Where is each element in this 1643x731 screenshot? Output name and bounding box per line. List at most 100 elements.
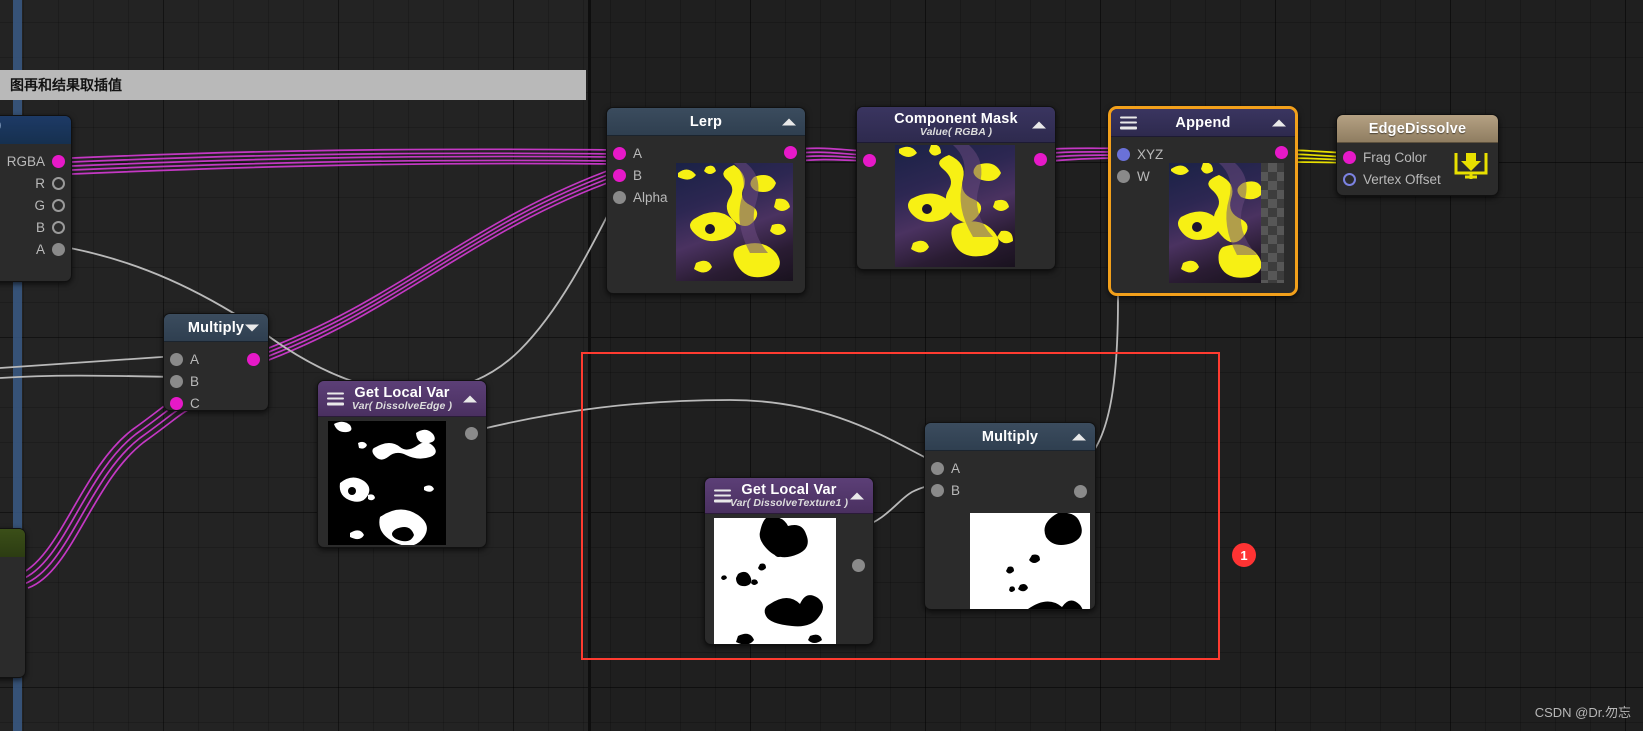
port-w[interactable]: W bbox=[1111, 165, 1163, 187]
port-dot[interactable] bbox=[52, 242, 65, 256]
node-header[interactable]: EdgeDissolve bbox=[1337, 115, 1498, 143]
node-append[interactable]: Append XYZ W bbox=[1108, 106, 1298, 296]
banner-note: 图再和结果取插值 bbox=[0, 70, 586, 100]
node-title: EdgeDissolve bbox=[1368, 120, 1467, 137]
node-header[interactable]: Lerp bbox=[607, 108, 805, 136]
output-port-dot[interactable] bbox=[465, 427, 478, 440]
node-texture-sample-left[interactable]: RGBA R G B A bbox=[0, 115, 72, 282]
port-a[interactable]: A bbox=[607, 142, 668, 164]
node-preview-thumbnail bbox=[714, 518, 836, 644]
port-c[interactable]: C bbox=[164, 392, 200, 410]
node-header[interactable]: Append bbox=[1111, 109, 1295, 137]
node-left-partial-label: 0 bbox=[0, 118, 1, 133]
node-header[interactable]: Component Mask Value( RGBA ) bbox=[857, 107, 1055, 143]
chevron-down-icon[interactable] bbox=[245, 324, 259, 331]
node-header[interactable]: Multiply bbox=[925, 423, 1095, 451]
port-dot[interactable] bbox=[931, 483, 944, 497]
output-port-dot[interactable] bbox=[1275, 146, 1288, 159]
monitor-download-icon[interactable] bbox=[1452, 149, 1490, 190]
port-g[interactable]: G bbox=[1, 194, 65, 216]
port-frag-color[interactable]: Frag Color bbox=[1337, 146, 1441, 168]
node-get-local-var-dissolve-texture1[interactable]: Get Local Var Var( DissolveTexture1 ) bbox=[704, 477, 874, 645]
port-vertex-offset[interactable]: Vertex Offset bbox=[1337, 168, 1441, 190]
input-port-list: A B C bbox=[164, 342, 200, 410]
port-dot[interactable] bbox=[1343, 172, 1356, 186]
node-header[interactable]: Get Local Var Var( DissolveEdge ) bbox=[318, 381, 486, 417]
port-rgba[interactable]: RGBA bbox=[1, 150, 65, 172]
shader-graph-canvas[interactable]: 图再和结果取插值 RGBA R G B A Multiply A B C Get… bbox=[0, 0, 1643, 731]
watermark: CSDN @Dr.勿忘 bbox=[1534, 705, 1631, 720]
port-alpha[interactable]: Alpha bbox=[607, 186, 668, 208]
port-b[interactable]: B bbox=[925, 479, 960, 501]
chevron-up-icon[interactable] bbox=[850, 492, 864, 499]
port-dot[interactable] bbox=[52, 198, 65, 212]
port-r[interactable]: R bbox=[1, 172, 65, 194]
port-dot[interactable] bbox=[613, 168, 626, 182]
node-header[interactable] bbox=[0, 529, 25, 557]
menu-icon[interactable] bbox=[714, 489, 731, 502]
node-preview-thumbnail bbox=[676, 163, 793, 281]
port-b[interactable]: B bbox=[164, 370, 200, 392]
port-a[interactable]: A bbox=[925, 457, 960, 479]
node-lerp[interactable]: Lerp A B Alpha bbox=[606, 107, 806, 294]
chevron-up-icon[interactable] bbox=[782, 118, 796, 125]
output-port-list: RGBA R G B A bbox=[1, 144, 65, 260]
node-get-local-var-dissolve-edge[interactable]: Get Local Var Var( DissolveEdge ) bbox=[317, 380, 487, 548]
chevron-up-icon[interactable] bbox=[463, 395, 477, 402]
port-dot[interactable] bbox=[1117, 147, 1130, 161]
node-component-mask[interactable]: Component Mask Value( RGBA ) bbox=[856, 106, 1056, 270]
node-multiply-2[interactable]: Multiply A B bbox=[924, 422, 1096, 610]
port-dot[interactable] bbox=[1117, 169, 1130, 183]
input-port-list: A B Alpha bbox=[607, 136, 668, 208]
node-header[interactable] bbox=[0, 116, 71, 144]
port-dot[interactable] bbox=[1343, 150, 1356, 164]
output-port-dot[interactable] bbox=[1074, 485, 1087, 498]
node-body bbox=[318, 417, 486, 547]
output-port-dot[interactable] bbox=[852, 559, 865, 572]
node-preview-thumbnail bbox=[1169, 163, 1284, 283]
node-body bbox=[857, 143, 1055, 269]
port-b[interactable]: B bbox=[607, 164, 668, 186]
node-edge-dissolve-master[interactable]: EdgeDissolve Frag Color Vertex Offset bbox=[1336, 114, 1499, 196]
node-preview-thumbnail bbox=[328, 421, 446, 545]
port-dot[interactable] bbox=[52, 220, 65, 234]
node-header[interactable]: Get Local Var Var( DissolveTexture1 ) bbox=[705, 478, 873, 514]
menu-icon[interactable] bbox=[327, 392, 344, 405]
node-multiply-1[interactable]: Multiply A B C bbox=[163, 313, 269, 411]
port-value[interactable] bbox=[857, 149, 876, 171]
node-header[interactable]: Multiply bbox=[164, 314, 268, 342]
node-body: RGBA R G B A bbox=[0, 144, 71, 281]
output-port-dot[interactable] bbox=[1034, 153, 1047, 166]
node-body: XYZ W bbox=[1111, 137, 1295, 293]
port-dot[interactable] bbox=[613, 146, 626, 160]
node-bottom-left[interactable] bbox=[0, 528, 26, 678]
port-dot[interactable] bbox=[931, 461, 944, 475]
port-a[interactable]: A bbox=[164, 348, 200, 370]
node-preview-thumbnail bbox=[970, 513, 1090, 609]
node-body: A B bbox=[925, 451, 1095, 609]
port-dot[interactable] bbox=[52, 176, 65, 190]
port-b[interactable]: B bbox=[1, 216, 65, 238]
node-title: Append bbox=[1175, 114, 1231, 131]
port-dot[interactable] bbox=[52, 154, 65, 168]
menu-icon[interactable] bbox=[1120, 116, 1137, 129]
banner-text: 图再和结果取插值 bbox=[10, 77, 122, 93]
output-port-dot[interactable] bbox=[784, 146, 797, 159]
port-dot[interactable] bbox=[170, 396, 183, 410]
chevron-up-icon[interactable] bbox=[1032, 121, 1046, 128]
chevron-up-icon[interactable] bbox=[1272, 119, 1286, 126]
node-body: Frag Color Vertex Offset bbox=[1337, 143, 1498, 195]
port-dot[interactable] bbox=[863, 153, 876, 167]
port-dot[interactable] bbox=[613, 190, 626, 204]
node-subtitle: Var( DissolveTexture1 ) bbox=[729, 497, 849, 509]
output-port-dot[interactable] bbox=[247, 353, 260, 366]
port-dot[interactable] bbox=[170, 374, 183, 388]
annotation-badge-1: 1 bbox=[1232, 543, 1256, 567]
port-dot[interactable] bbox=[170, 352, 183, 366]
node-preview-thumbnail bbox=[895, 145, 1015, 267]
port-a[interactable]: A bbox=[1, 238, 65, 260]
node-title: Get Local Var bbox=[741, 482, 837, 498]
chevron-up-icon[interactable] bbox=[1072, 433, 1086, 440]
node-title: Get Local Var bbox=[354, 385, 450, 401]
port-xyz[interactable]: XYZ bbox=[1111, 143, 1163, 165]
